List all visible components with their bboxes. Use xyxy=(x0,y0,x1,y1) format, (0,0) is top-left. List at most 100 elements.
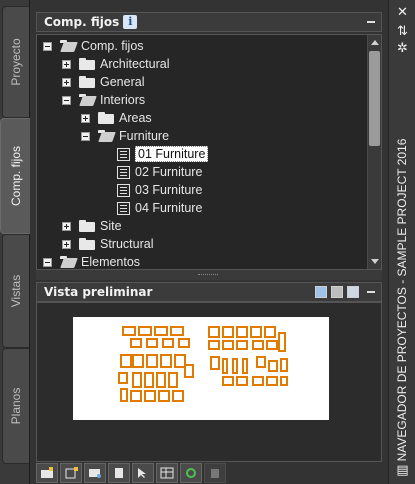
tree-item-04-furniture[interactable]: 04 Furniture xyxy=(117,199,202,217)
collapse-icon[interactable] xyxy=(62,95,71,105)
folder-open-icon xyxy=(60,40,76,52)
components-header: Comp. fijos i xyxy=(36,12,382,32)
refresh-icon[interactable] xyxy=(180,463,202,483)
palette-title-bar[interactable]: ✕ ⇅ ✲ NAVEGADOR DE PROYECTOS - SAMPLE PR… xyxy=(388,0,415,484)
bottom-toolbar xyxy=(36,462,382,484)
preview-area xyxy=(36,302,382,462)
collapse-icon[interactable] xyxy=(43,257,52,267)
tab-proyecto-label: Proyecto xyxy=(9,38,23,86)
tab-vistas[interactable]: Vistas xyxy=(2,234,29,348)
components-tree: Comp. fijos Architectural General Interi… xyxy=(36,34,382,270)
component-icon xyxy=(117,183,130,197)
tab-planos[interactable]: Planos xyxy=(2,348,29,464)
tree-item-label: Architectural xyxy=(100,57,170,71)
scroll-thumb[interactable] xyxy=(369,51,380,146)
collapse-icon[interactable] xyxy=(43,41,52,51)
tree-item-label: 01 Furniture xyxy=(135,146,209,162)
preview-header: Vista preliminar xyxy=(36,282,382,302)
palette-title: NAVEGADOR DE PROYECTOS - SAMPLE PROJECT … xyxy=(395,138,409,462)
folder-icon xyxy=(98,112,114,124)
tree-item-elementos[interactable]: Elementos xyxy=(43,253,141,269)
tree-item-03-furniture[interactable]: 03 Furniture xyxy=(117,181,202,199)
furniture-drawing-preview xyxy=(73,317,329,420)
view-list-icon[interactable] xyxy=(331,286,343,298)
delete-icon[interactable] xyxy=(204,463,226,483)
add-component-icon[interactable] xyxy=(60,463,82,483)
tree-item-areas[interactable]: Areas xyxy=(81,109,152,127)
open-glyph xyxy=(89,469,101,478)
panel-splitter[interactable] xyxy=(36,270,382,280)
tab-proyecto[interactable]: Proyecto xyxy=(2,6,29,118)
furniture-plan-icon xyxy=(118,326,288,402)
minimize-preview-button[interactable] xyxy=(367,291,375,293)
component-icon xyxy=(117,147,130,161)
tree-item-label: 02 Furniture xyxy=(135,165,203,179)
autohide-icon[interactable]: ⇅ xyxy=(396,25,409,38)
expand-icon[interactable] xyxy=(62,59,71,69)
folder-icon xyxy=(79,58,95,70)
expand-icon[interactable] xyxy=(62,221,71,231)
main-panel: Comp. fijos i Comp. fijos Architectural … xyxy=(30,0,388,484)
tree-item-label: 04 Furniture xyxy=(135,201,203,215)
tab-vistas-label: Vistas xyxy=(9,274,23,308)
menu-icon[interactable]: ▤ xyxy=(396,464,409,477)
refresh-glyph xyxy=(186,468,196,478)
tab-comp-fijos-label: Comp. fijos xyxy=(8,145,23,207)
table-icon[interactable] xyxy=(156,463,178,483)
tree-scrollbar[interactable] xyxy=(367,35,381,269)
delete-glyph xyxy=(211,469,219,478)
properties-icon[interactable]: ✲ xyxy=(396,42,409,55)
document-glyph xyxy=(115,468,123,478)
folder-icon xyxy=(79,238,95,250)
tab-comp-fijos[interactable]: Comp. fijos xyxy=(0,118,30,234)
scroll-up-icon[interactable] xyxy=(371,40,379,45)
table-glyph xyxy=(160,467,174,479)
add-component-glyph xyxy=(65,467,78,479)
tab-planos-label: Planos xyxy=(9,387,23,425)
tree-item-interiors[interactable]: Interiors xyxy=(62,91,145,109)
scroll-down-icon[interactable] xyxy=(371,259,379,264)
tree-item-general[interactable]: General xyxy=(62,73,144,91)
preview-view-icons xyxy=(311,286,359,298)
view-detail-icon[interactable] xyxy=(347,286,359,298)
tree-item-02-furniture[interactable]: 02 Furniture xyxy=(117,163,202,181)
folder-open-icon xyxy=(60,256,76,268)
minimize-components-button[interactable] xyxy=(367,21,375,23)
folder-icon xyxy=(79,76,95,88)
tree-item-01-furniture[interactable]: 01 Furniture xyxy=(117,145,209,163)
tree-item-label: 03 Furniture xyxy=(135,183,203,197)
tree-item-label: Structural xyxy=(100,237,154,251)
tree-item-label: Furniture xyxy=(119,129,170,143)
folder-icon xyxy=(79,220,95,232)
expand-icon[interactable] xyxy=(62,77,71,87)
component-icon xyxy=(117,165,130,179)
close-icon[interactable]: ✕ xyxy=(396,6,409,19)
tree-item-label: Areas xyxy=(119,111,152,125)
add-folder-glyph xyxy=(41,467,53,478)
view-mode-icon[interactable] xyxy=(315,286,327,298)
collapse-icon[interactable] xyxy=(81,131,90,141)
tree-item-comp-fijos[interactable]: Comp. fijos xyxy=(43,37,144,55)
open-icon[interactable] xyxy=(84,463,106,483)
tree-item-label: Interiors xyxy=(100,93,146,107)
tree-item-architectural[interactable]: Architectural xyxy=(62,55,169,73)
expand-icon[interactable] xyxy=(62,239,71,249)
tree-item-label: Comp. fijos xyxy=(81,39,144,53)
select-glyph xyxy=(138,468,146,478)
select-icon[interactable] xyxy=(132,463,154,483)
document-icon[interactable] xyxy=(108,463,130,483)
components-title: Comp. fijos xyxy=(44,15,120,29)
component-icon xyxy=(117,201,130,215)
tree-item-site[interactable]: Site xyxy=(62,217,122,235)
tree-item-label: Site xyxy=(100,219,122,233)
tree-item-structural[interactable]: Structural xyxy=(62,235,154,253)
preview-title: Vista preliminar xyxy=(44,285,153,299)
tree-item-furniture[interactable]: Furniture xyxy=(81,127,169,145)
left-tab-strip: Proyecto Comp. fijos Vistas Planos xyxy=(0,0,30,484)
add-folder-icon[interactable] xyxy=(36,463,58,483)
tree-item-label: Elementos xyxy=(81,255,141,269)
tree-item-label: General xyxy=(100,75,145,89)
info-icon[interactable]: i xyxy=(123,15,138,29)
folder-open-icon xyxy=(98,130,114,142)
expand-icon[interactable] xyxy=(81,113,90,123)
